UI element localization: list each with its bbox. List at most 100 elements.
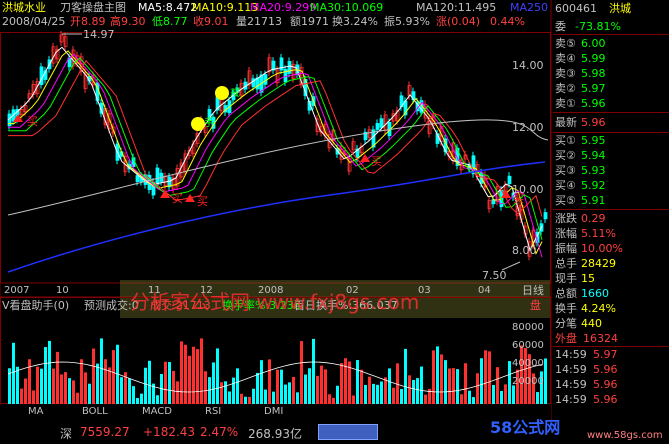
buy-row[interactable]: 买① 5.95 — [553, 133, 668, 148]
sell-row[interactable]: 卖③ 5.98 — [553, 66, 668, 81]
tick-row: 14:59 5.96 — [553, 362, 668, 377]
volume-bar — [352, 395, 355, 404]
volume-bar — [36, 366, 39, 404]
candlestick — [543, 212, 548, 220]
bar-volume: 量21713 — [236, 15, 282, 28]
volume-bar — [376, 384, 379, 404]
volume-bar — [156, 395, 159, 404]
low-label: 7.50 — [482, 269, 507, 282]
signal-label: 手 — [204, 118, 214, 129]
tab-boll[interactable]: BOLL — [82, 406, 108, 417]
sell-label: 卖④ — [555, 52, 576, 65]
x-tick: 2007 — [4, 285, 30, 296]
tab-ma[interactable]: MA — [28, 406, 43, 417]
buy-row[interactable]: 买③ 5.93 — [553, 163, 668, 178]
tick-time: 14:59 — [555, 348, 587, 361]
volume-bar — [500, 390, 503, 404]
tab-rsi[interactable]: RSI — [205, 406, 221, 417]
sell-label: 卖② — [555, 82, 576, 95]
volume-bar — [112, 350, 115, 404]
sell-row[interactable]: 卖⑤ 6.00 — [553, 36, 668, 51]
stat-row: 振幅 10.00% — [553, 241, 668, 256]
stat-label: 总额 — [555, 287, 577, 300]
volume-bar — [508, 361, 511, 404]
volume-bar — [312, 338, 315, 404]
sell-row[interactable]: 卖② 5.97 — [553, 81, 668, 96]
stat-label: 振幅 — [555, 242, 577, 255]
volume-bar — [436, 346, 439, 404]
ma120-label: MA120:11.495 — [416, 1, 497, 14]
disk-label: 盘 — [530, 299, 541, 312]
volume-bar — [208, 377, 211, 404]
outer-disk-label: 外盘 — [555, 332, 577, 345]
volume-bar — [60, 374, 63, 404]
volume-bar — [56, 351, 59, 404]
signal-marker — [191, 117, 205, 131]
volume-bar — [256, 372, 259, 404]
moving-average-line — [8, 53, 543, 258]
volume-bar — [472, 397, 475, 404]
volume-bar — [368, 376, 371, 404]
volume-bar — [300, 341, 303, 404]
indicator-title[interactable]: V看盘助手(0) — [2, 300, 69, 312]
volume-bar — [164, 361, 167, 404]
volume-bar — [240, 393, 243, 404]
sell-price: 5.99 — [581, 52, 606, 65]
volume-y-tick: 40000 — [512, 358, 544, 369]
sell-label: 卖① — [555, 97, 576, 110]
buy-label: 买① — [555, 134, 576, 147]
tick-row: 14:59 5.96 — [553, 392, 668, 407]
buy-row[interactable]: 买② 5.94 — [553, 148, 668, 163]
tab-dmi[interactable]: DMI — [264, 406, 283, 417]
volume-bar — [144, 367, 147, 404]
latest-row: 最新 5.96 — [553, 115, 668, 130]
period-label[interactable]: 日线 — [522, 285, 544, 297]
buy-price: 5.92 — [581, 179, 606, 192]
tab-macd[interactable]: MACD — [142, 406, 172, 417]
volume-bar — [320, 365, 323, 404]
bar-high: 高9.30 — [110, 15, 146, 28]
index-value: 7559.27 — [80, 425, 130, 439]
volume-bar — [408, 375, 411, 404]
stat-value: 0.29 — [581, 212, 606, 225]
volume-bar — [100, 338, 103, 404]
sell-row[interactable]: 卖④ 5.99 — [553, 51, 668, 66]
sell-label: 卖③ — [555, 67, 576, 80]
volume-bar — [244, 396, 247, 404]
stat-value: 1660 — [581, 287, 609, 300]
ma5-label: MA5:8.472 — [138, 1, 198, 14]
tick-row: 14:59 5.97 — [553, 347, 668, 362]
sell-price: 5.97 — [581, 82, 606, 95]
index-name: 深 — [60, 427, 73, 441]
stock-name: 洪城水业 — [2, 1, 46, 14]
buy-signal-label: 买 — [371, 155, 382, 168]
bar-low: 低8.77 — [152, 15, 188, 28]
buy-signal-label: 买 — [172, 192, 183, 205]
volume-bar — [252, 388, 255, 404]
volume-bar — [456, 369, 459, 404]
buy-row[interactable]: 买⑤ 5.91 — [553, 193, 668, 208]
volume-bar — [356, 360, 359, 404]
sell-row[interactable]: 卖① 5.96 — [553, 96, 668, 111]
volume-bar — [172, 370, 175, 404]
volume-bar — [228, 391, 231, 404]
volume-bar — [28, 359, 31, 404]
tick-price: 5.96 — [593, 363, 618, 376]
volume-bar — [412, 379, 415, 404]
volume-bar — [488, 351, 491, 404]
moving-average-line — [8, 59, 543, 217]
tick-price: 5.96 — [593, 393, 618, 406]
buy-row[interactable]: 买④ 5.92 — [553, 178, 668, 193]
site-logo: 58公式网 — [490, 418, 561, 437]
index-change: +182.43 — [143, 425, 196, 439]
ma10-label: MA10:9.113 — [192, 1, 259, 14]
volume-bar — [44, 347, 47, 404]
ma250-line — [7, 161, 546, 273]
stat-row: 涨跌 0.29 — [553, 211, 668, 226]
stat-label: 换手 — [555, 302, 577, 315]
stat-row: 分笔 440 — [553, 316, 668, 331]
tick-time: 14:59 — [555, 363, 587, 376]
stat-label: 分笔 — [555, 317, 577, 330]
volume-bar — [372, 383, 375, 404]
market-amount: 268.93亿 — [248, 427, 302, 441]
